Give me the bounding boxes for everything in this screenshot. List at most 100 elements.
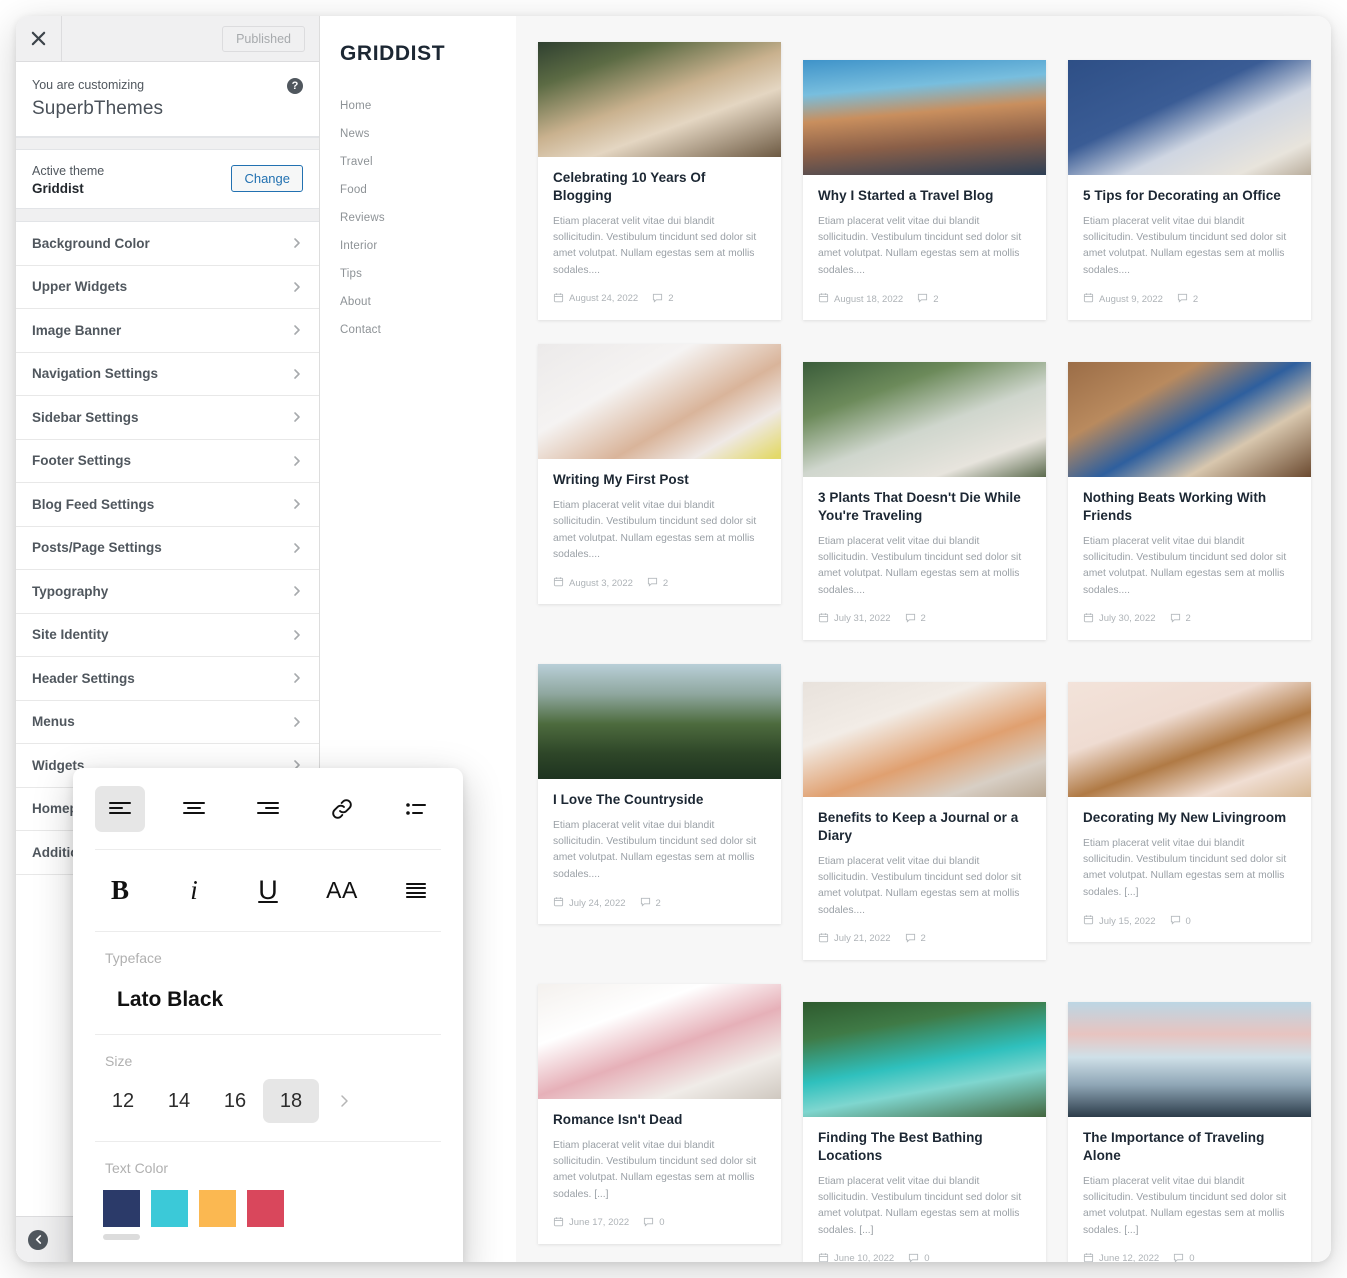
post-card[interactable]: Why I Started a Travel Blog Etiam placera… — [803, 60, 1046, 321]
comment-icon — [652, 292, 663, 306]
customizer-section-blog-feed-settings[interactable]: Blog Feed Settings — [16, 483, 319, 527]
customizer-section-image-banner[interactable]: Image Banner — [16, 309, 319, 353]
post-date: June 10, 2022 — [818, 1252, 894, 1262]
post-thumbnail[interactable] — [538, 663, 781, 779]
post-card[interactable]: Decorating My New Livingroom Etiam placer… — [1068, 681, 1311, 942]
line-height-icon[interactable] — [391, 868, 441, 914]
post-thumbnail[interactable] — [803, 362, 1046, 478]
post-title[interactable]: Celebrating 10 Years Of Blogging — [553, 169, 766, 205]
post-body: 3 Plants That Doesn't Die While You're T… — [803, 477, 1046, 640]
size-option-16[interactable]: 16 — [207, 1079, 263, 1123]
color-swatch-3[interactable] — [247, 1190, 284, 1227]
customizer-section-site-identity[interactable]: Site Identity — [16, 613, 319, 658]
text-case-icon[interactable]: AA — [317, 868, 367, 914]
size-option-18[interactable]: 18 — [263, 1079, 319, 1123]
align-right-icon[interactable] — [243, 786, 293, 832]
underline-icon[interactable]: U — [243, 868, 293, 914]
customizer-section-navigation-settings[interactable]: Navigation Settings — [16, 352, 319, 397]
post-thumbnail[interactable] — [538, 42, 781, 157]
align-left-icon[interactable] — [95, 785, 145, 832]
comment-icon — [905, 932, 916, 946]
nav-item-food[interactable]: Food — [340, 184, 516, 196]
customizer-section-posts-page-settings[interactable]: Posts/Page Settings — [16, 526, 319, 571]
nav-item-interior[interactable]: Interior — [340, 240, 516, 252]
post-card[interactable]: Nothing Beats Working With Friends Etiam … — [1068, 362, 1311, 640]
post-thumbnail[interactable] — [1068, 60, 1311, 175]
active-theme-row: Active theme Griddist Change — [16, 149, 319, 210]
close-icon[interactable] — [16, 16, 62, 61]
post-thumbnail[interactable] — [1068, 681, 1311, 797]
nav-item-news[interactable]: News — [340, 128, 516, 140]
publish-button[interactable]: Published — [222, 25, 305, 52]
post-thumbnail[interactable] — [1068, 362, 1311, 478]
post-card[interactable]: I Love The Countryside Etiam placerat vel… — [538, 663, 781, 924]
customizer-section-menus[interactable]: Menus — [16, 700, 319, 745]
post-title[interactable]: Nothing Beats Working With Friends — [1083, 489, 1296, 525]
post-card[interactable]: Celebrating 10 Years Of Blogging Etiam pl… — [538, 42, 781, 320]
section-label: Menus — [32, 714, 75, 730]
post-excerpt: Etiam placerat velit vitae dui blandit s… — [1083, 215, 1287, 276]
site-preview: GRIDDIST Home News Travel Food Reviews Interi… — [320, 16, 1331, 1262]
typeface-value[interactable]: Lato Black — [95, 966, 441, 1034]
post-date-text: July 31, 2022 — [834, 613, 891, 625]
post-thumbnail[interactable] — [1068, 1001, 1311, 1117]
post-card[interactable]: Benefits to Keep a Journal or a Diary Eti… — [803, 681, 1046, 960]
customizer-section-typography[interactable]: Typography — [16, 570, 319, 614]
post-title[interactable]: 5 Tips for Decorating an Office — [1083, 187, 1296, 205]
post-body: Celebrating 10 Years Of Blogging Etiam pl… — [538, 157, 781, 320]
post-comment-count: 2 — [662, 577, 669, 589]
post-card[interactable]: Writing My First Post Etiam placerat veli… — [538, 344, 781, 605]
collapse-icon[interactable] — [28, 1229, 48, 1250]
calendar-icon — [553, 896, 564, 910]
color-swatch-0[interactable] — [103, 1190, 140, 1227]
post-title[interactable]: Why I Started a Travel Blog — [818, 187, 1031, 205]
post-title[interactable]: 3 Plants That Doesn't Die While You're T… — [818, 489, 1031, 525]
post-title[interactable]: Benefits to Keep a Journal or a Diary — [818, 809, 1031, 845]
section-label: Image Banner — [32, 322, 122, 338]
align-center-icon[interactable] — [169, 786, 219, 832]
italic-icon[interactable]: i — [169, 868, 219, 914]
post-card[interactable]: Finding The Best Bathing Locations Etiam … — [803, 1001, 1046, 1262]
size-option-14[interactable]: 14 — [151, 1079, 207, 1123]
nav-item-contact[interactable]: Contact — [340, 324, 516, 336]
post-card[interactable]: 3 Plants That Doesn't Die While You're T… — [803, 362, 1046, 640]
link-icon[interactable] — [317, 786, 367, 832]
post-title[interactable]: Finding The Best Bathing Locations — [818, 1129, 1031, 1165]
customizer-section-background-color[interactable]: Background Color — [16, 222, 319, 266]
post-thumbnail[interactable] — [803, 1001, 1046, 1117]
nav-item-reviews[interactable]: Reviews — [340, 212, 516, 224]
calendar-icon — [1083, 914, 1094, 928]
post-thumbnail[interactable] — [803, 60, 1046, 175]
post-card[interactable]: 5 Tips for Decorating an Office Etiam pla… — [1068, 60, 1311, 321]
change-theme-button[interactable]: Change — [231, 165, 303, 193]
panel-divider — [16, 136, 319, 150]
bold-icon[interactable]: B — [95, 868, 145, 914]
nav-item-travel[interactable]: Travel — [340, 156, 516, 168]
post-thumbnail[interactable] — [803, 681, 1046, 797]
post-card[interactable]: The Importance of Traveling Alone Etiam p… — [1068, 1001, 1311, 1262]
customizer-section-upper-widgets[interactable]: Upper Widgets — [16, 265, 319, 310]
nav-item-about[interactable]: About — [340, 296, 516, 308]
post-comments: 2 — [917, 292, 939, 306]
post-title[interactable]: Writing My First Post — [553, 471, 766, 489]
color-swatch-2[interactable] — [199, 1190, 236, 1227]
post-title[interactable]: Decorating My New Livingroom — [1083, 809, 1296, 827]
customizer-section-sidebar-settings[interactable]: Sidebar Settings — [16, 396, 319, 440]
bullet-list-icon[interactable] — [391, 786, 441, 832]
color-swatch-1[interactable] — [151, 1190, 188, 1227]
post-excerpt: Etiam placerat velit vitae dui blandit s… — [553, 1139, 757, 1200]
swatch-scrollbar[interactable] — [103, 1234, 140, 1240]
size-option-12[interactable]: 12 — [95, 1079, 151, 1123]
post-title[interactable]: The Importance of Traveling Alone — [1083, 1129, 1296, 1165]
post-thumbnail[interactable] — [538, 344, 781, 460]
chevron-right-icon[interactable] — [319, 1093, 369, 1109]
post-thumbnail[interactable] — [538, 983, 781, 1099]
post-title[interactable]: Romance Isn't Dead — [553, 1111, 766, 1129]
post-card[interactable]: Romance Isn't Dead Etiam placerat velit v… — [538, 983, 781, 1244]
post-title[interactable]: I Love The Countryside — [553, 791, 766, 809]
customizer-section-header-settings[interactable]: Header Settings — [16, 657, 319, 701]
nav-item-home[interactable]: Home — [340, 100, 516, 112]
help-icon[interactable]: ? — [287, 78, 303, 94]
nav-item-tips[interactable]: Tips — [340, 268, 516, 280]
customizer-section-footer-settings[interactable]: Footer Settings — [16, 439, 319, 484]
